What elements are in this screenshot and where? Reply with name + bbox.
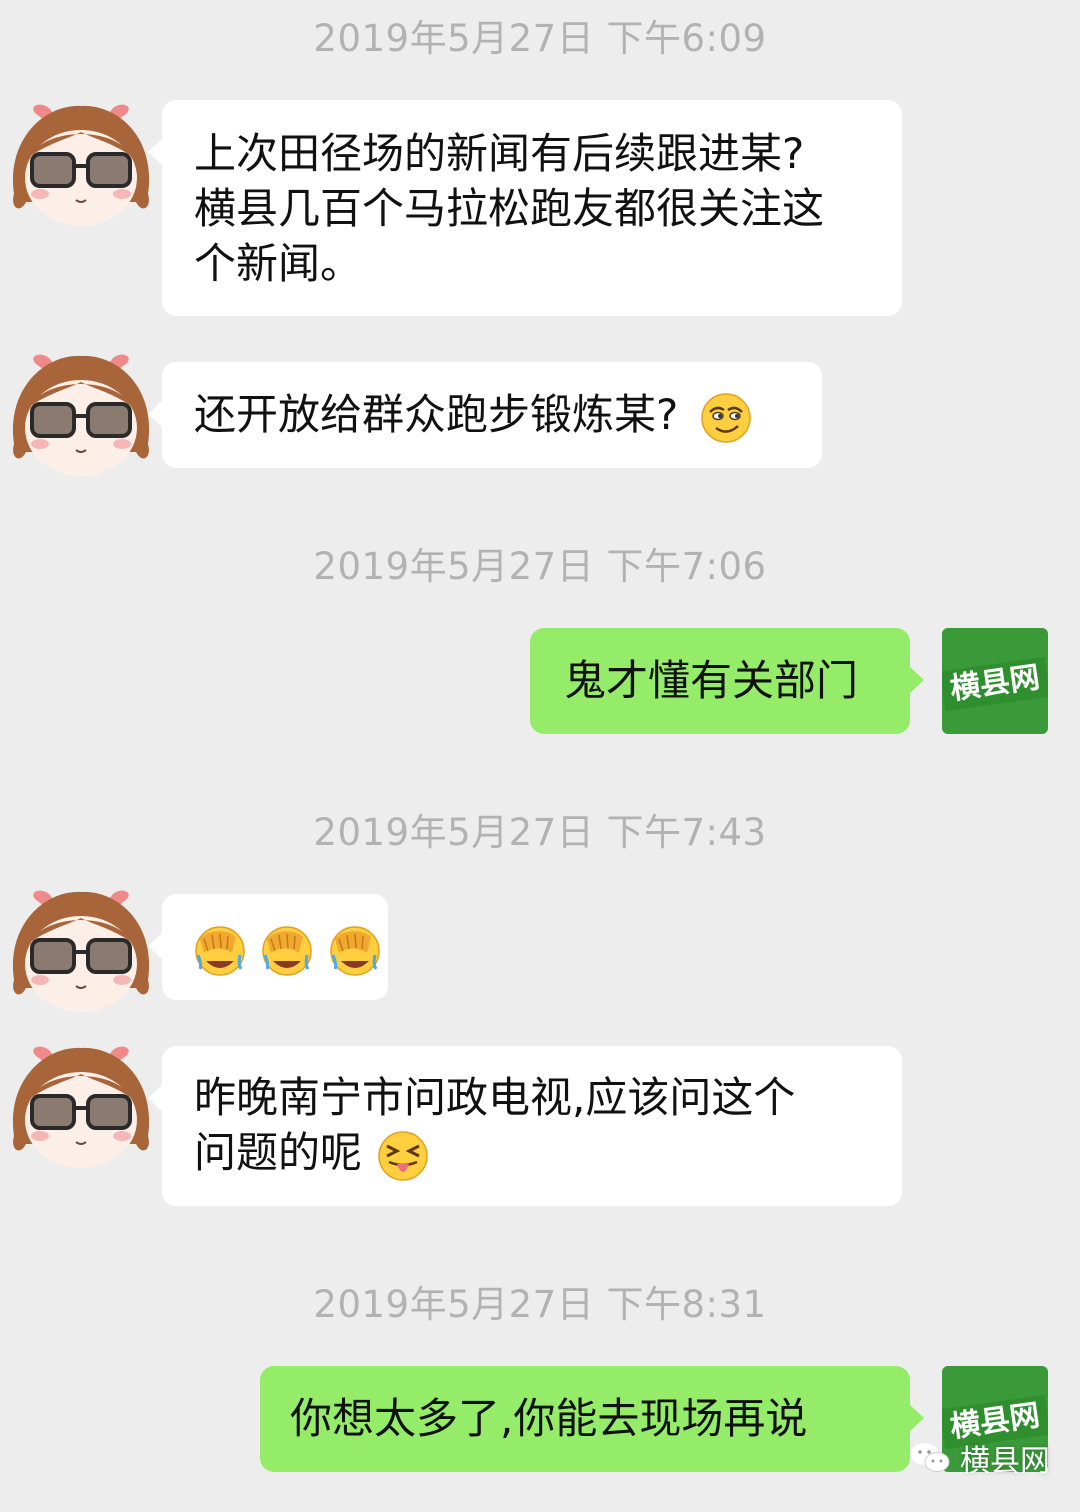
bubble-tail [148, 400, 163, 428]
timestamp: 2019年5月27日 下午7:06 [313, 545, 767, 588]
bubble-tail [909, 1404, 924, 1432]
message-text: 问题的呢 [194, 1128, 363, 1177]
watermark: 横县网 [910, 1436, 1050, 1480]
message-bubble[interactable]: 上次田径场的新闻有后续跟进某? 横县几百个马拉松跑友都很关注这 个新闻。 [148, 100, 902, 316]
watermark-text: 横县网 [960, 1444, 1050, 1479]
wechat-logo-icon [911, 1443, 950, 1472]
message-bubble[interactable]: 你想太多了,你能去现场再说 [260, 1366, 924, 1472]
message-bubble[interactable]: 还开放给群众跑步锻炼某? [148, 362, 822, 468]
message-text: 还开放给群众跑步锻炼某? [194, 390, 679, 439]
smirk-emoji-icon [700, 392, 752, 444]
facepalm-emoji-icon [261, 925, 313, 977]
message-bubble[interactable] [148, 894, 388, 1000]
cartoon-girl-sunglasses-avatar[interactable] [6, 1040, 156, 1170]
message-text: 横县几百个马拉松跑友都很关注这 [194, 184, 825, 233]
message-text: 昨晚南宁市问政电视,应该问这个 [194, 1073, 796, 1122]
message-bubble[interactable]: 昨晚南宁市问政电视,应该问这个 问题的呢 [148, 1046, 902, 1206]
cartoon-girl-sunglasses-avatar[interactable] [6, 884, 156, 1014]
logo-text: 横县网 [942, 656, 1048, 712]
bubble-tail [148, 138, 163, 166]
facepalm-emoji-icon [194, 925, 246, 977]
bubble-tail [909, 666, 924, 694]
message-text: 个新闻。 [194, 239, 363, 288]
timestamp: 2019年5月27日 下午6:09 [313, 17, 767, 60]
timestamp: 2019年5月27日 下午7:43 [313, 811, 767, 854]
tongue-out-emoji-icon [377, 1130, 429, 1182]
message-text: 鬼才懂有关部门 [564, 656, 859, 705]
message-text: 上次田径场的新闻有后续跟进某? [194, 129, 805, 178]
cartoon-girl-sunglasses-avatar[interactable] [6, 98, 156, 228]
cartoon-girl-sunglasses-avatar[interactable] [6, 348, 156, 478]
facepalm-emoji-icon [329, 925, 381, 977]
message-text: 你想太多了,你能去现场再说 [290, 1394, 808, 1443]
bubble-tail [148, 932, 163, 960]
timestamp: 2019年5月27日 下午8:31 [313, 1283, 767, 1326]
message-bubble[interactable]: 鬼才懂有关部门 [530, 628, 924, 734]
hengxian-logo-avatar[interactable]: 横县网 [942, 628, 1048, 734]
bubble-tail [148, 1084, 163, 1112]
